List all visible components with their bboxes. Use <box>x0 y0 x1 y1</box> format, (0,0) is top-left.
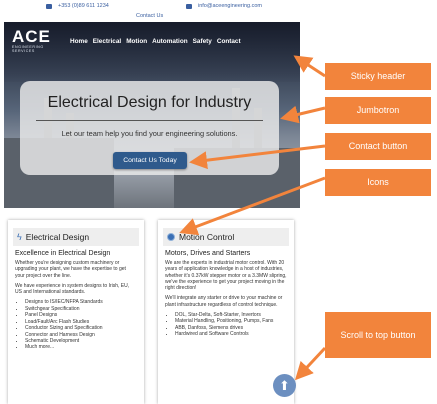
arrow-up-icon: ⬆ <box>279 377 290 393</box>
card-heading: Electrical Design <box>25 232 90 242</box>
nav-automation[interactable]: Automation <box>152 38 188 45</box>
callout-sticky-header: Sticky header <box>325 63 431 90</box>
callout-scroll-to-top: Scroll to top button <box>325 312 431 358</box>
card-paragraph: We are the experts in industrial motor c… <box>165 260 287 292</box>
callout-jumbotron: Jumbotron <box>325 97 431 124</box>
card-paragraph: Whether you're designing custom machiner… <box>15 260 126 279</box>
card-header: Motion Control <box>163 228 289 246</box>
phone-contact[interactable]: +353 (0)89 611 1234 <box>46 3 109 9</box>
list-item: Material Handling, Positioning, Pumps, F… <box>175 318 287 324</box>
list-item: Hardwired and Software Controls <box>175 331 287 337</box>
email-contact[interactable]: info@aceengineering.com <box>186 3 262 9</box>
motion-control-card: Motion Control Motors, Drives and Starte… <box>158 220 294 404</box>
arrow-scroll-to-top <box>294 346 327 381</box>
contact-us-link[interactable]: Contact Us <box>136 13 163 19</box>
jumbotron-divider <box>36 120 263 121</box>
envelope-icon <box>186 3 192 9</box>
electrical-design-card: ϟ Electrical Design Excellence in Electr… <box>8 220 144 404</box>
jumbotron-title: Electrical Design for Industry <box>47 94 252 111</box>
main-nav: Home Electrical Motion Automation Safety… <box>70 38 241 45</box>
nav-contact[interactable]: Contact <box>217 38 241 45</box>
phone-icon <box>46 3 52 9</box>
phone-number[interactable]: +353 (0)89 611 1234 <box>58 3 109 9</box>
card-paragraph: We have experience in system designs to … <box>15 282 130 296</box>
contact-us-today-button[interactable]: Contact Us Today <box>113 152 187 169</box>
nav-electrical[interactable]: Electrical <box>93 38 121 45</box>
card-paragraph: We'll integrate any starter or drive to … <box>165 295 283 308</box>
service-list: DOL, Star-Delta, Soft-Starter, Invertors… <box>165 312 287 338</box>
callout-icons: Icons <box>325 169 431 196</box>
nav-motion[interactable]: Motion <box>126 38 147 45</box>
card-header: ϟ Electrical Design <box>13 228 139 246</box>
jumbotron: Electrical Design for Industry Let our t… <box>20 81 279 175</box>
lightning-bolt-icon: ϟ <box>17 231 22 242</box>
card-subheading: Motors, Drives and Starters <box>165 250 251 257</box>
nav-safety[interactable]: Safety <box>193 38 212 45</box>
logo-sub: ENGINEERING SERVICES <box>12 45 44 53</box>
logo-main: ACE <box>12 27 51 46</box>
service-list: Designs to IS/IEC/NFPA Standards Switchg… <box>15 299 137 350</box>
jumbotron-subtitle: Let our team help you find your engineer… <box>61 129 238 138</box>
card-subheading: Excellence in Electrical Design <box>15 250 111 257</box>
sticky-header: ACE ENGINEERING SERVICES Home Electrical… <box>4 22 300 60</box>
nav-home[interactable]: Home <box>70 38 88 45</box>
arrow-sticky-header <box>293 55 326 78</box>
scroll-to-top-button[interactable]: ⬆ <box>273 374 296 397</box>
email-address[interactable]: info@aceengineering.com <box>198 3 262 9</box>
list-item[interactable]: Much more... <box>25 344 137 350</box>
top-contact-bar: +353 (0)89 611 1234 info@aceengineering.… <box>0 0 300 22</box>
site-logo[interactable]: ACE ENGINEERING SERVICES <box>12 27 56 53</box>
gear-icon <box>167 233 175 241</box>
card-heading: Motion Control <box>179 232 235 242</box>
callout-contact-button: Contact button <box>325 133 431 160</box>
